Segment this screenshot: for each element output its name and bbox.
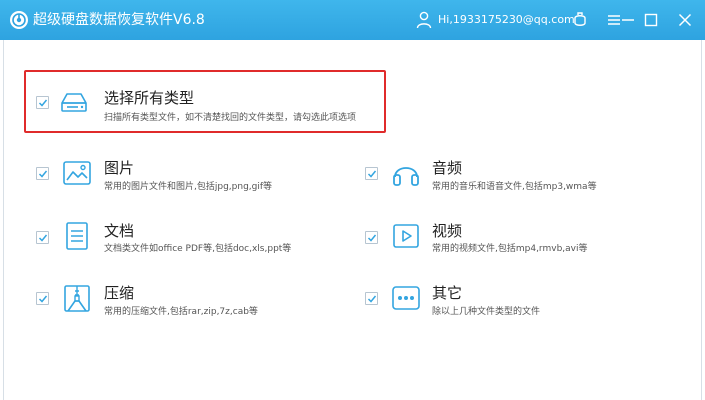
skin-button[interactable]	[569, 9, 591, 31]
maximize-button[interactable]	[640, 9, 662, 31]
documents-checkbox[interactable]	[36, 231, 49, 244]
archive-icon	[61, 282, 93, 314]
title-bar: 超级硬盘数据恢复软件V6.8 Hi,1933175230@qq.com	[0, 0, 705, 40]
minimize-button[interactable]	[617, 9, 639, 31]
play-icon	[390, 220, 422, 252]
user-account[interactable]: Hi,1933175230@qq.com	[438, 12, 575, 28]
archives-checkbox[interactable]	[36, 292, 49, 305]
video-title: 视频	[432, 222, 463, 240]
other-description: 除以上几种文件类型的文件	[432, 307, 541, 317]
documents-description: 文档类文件如office PDF等,包括doc,xls,ppt等	[104, 244, 292, 254]
audio-title: 音频	[432, 159, 463, 177]
archives-title: 压缩	[104, 284, 135, 302]
user-icon[interactable]	[416, 11, 432, 29]
video-checkbox[interactable]	[365, 231, 378, 244]
audio-checkbox[interactable]	[365, 167, 378, 180]
document-icon	[61, 220, 93, 252]
select-all-checkbox[interactable]	[36, 96, 49, 109]
select-all-description: 扫描所有类型文件，如不清楚找回的文件类型，请勾选此项选项	[104, 113, 357, 123]
image-icon	[61, 157, 93, 189]
app-logo-icon	[9, 10, 29, 30]
app-title: 超级硬盘数据恢复软件V6.8	[33, 12, 205, 28]
video-description: 常用的视频文件,包括mp4,rmvb,avi等	[432, 244, 588, 254]
other-checkbox[interactable]	[365, 292, 378, 305]
select-all-title: 选择所有类型	[104, 89, 195, 107]
ellipsis-icon	[390, 282, 422, 314]
archives-description: 常用的压缩文件,包括rar,zip,7z,cab等	[104, 307, 258, 317]
headphones-icon	[390, 157, 422, 189]
images-title: 图片	[104, 159, 135, 177]
hard-drive-icon	[58, 86, 90, 118]
other-title: 其它	[432, 284, 463, 302]
close-button[interactable]	[674, 9, 696, 31]
documents-title: 文档	[104, 222, 135, 240]
images-description: 常用的图片文件和图片,包括jpg,png,gif等	[104, 182, 273, 192]
images-checkbox[interactable]	[36, 167, 49, 180]
audio-description: 常用的音乐和语音文件,包括mp3,wma等	[432, 182, 597, 192]
